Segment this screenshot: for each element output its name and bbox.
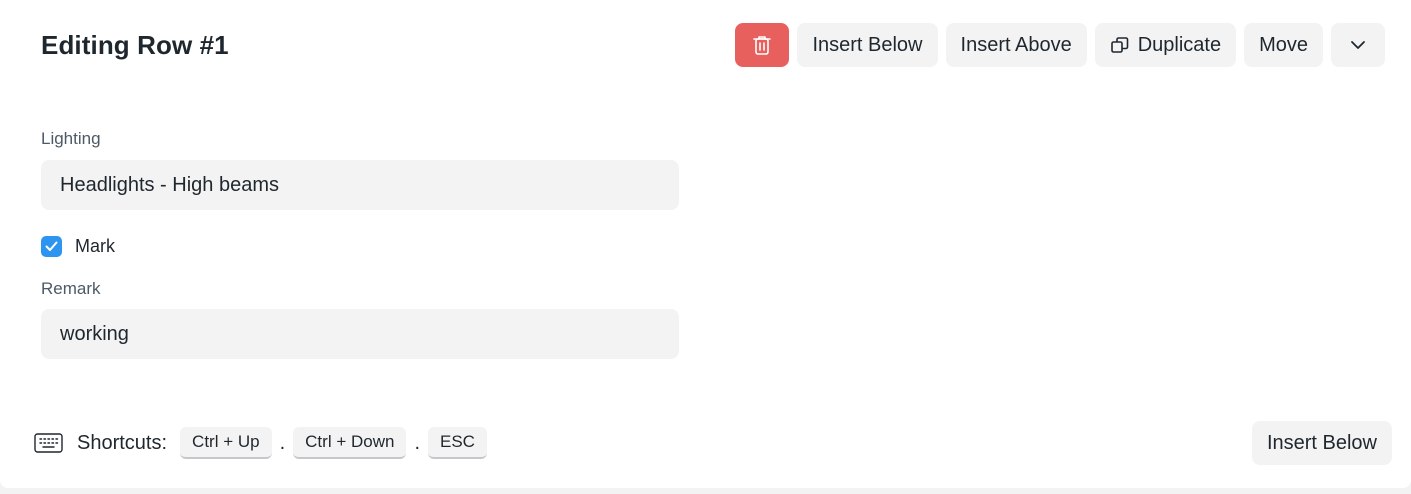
duplicate-label: Duplicate bbox=[1137, 33, 1222, 56]
mark-checkbox[interactable] bbox=[41, 236, 62, 257]
keyboard-icon bbox=[34, 432, 63, 454]
move-button[interactable]: Move bbox=[1244, 23, 1323, 67]
remark-input[interactable] bbox=[41, 309, 679, 359]
shortcut-key: Ctrl + Up bbox=[180, 427, 272, 459]
grid-row-form-panel: Editing Row #1 Insert Below Insert Above bbox=[0, 0, 1411, 488]
insert-above-button[interactable]: Insert Above bbox=[945, 23, 1087, 67]
duplicate-icon bbox=[1110, 35, 1130, 55]
mark-label: Mark bbox=[75, 236, 115, 256]
remark-label: Remark bbox=[41, 279, 101, 298]
chevron-down-icon bbox=[1349, 36, 1367, 54]
lighting-label: Lighting bbox=[41, 129, 101, 148]
shortcut-separator: . bbox=[279, 431, 286, 454]
insert-below-button[interactable]: Insert Below bbox=[797, 23, 938, 67]
shortcut-key: ESC bbox=[428, 427, 487, 459]
shortcut-key: Ctrl + Down bbox=[293, 427, 407, 459]
more-actions-button[interactable] bbox=[1331, 23, 1385, 67]
checkmark-icon bbox=[45, 241, 58, 251]
footer-insert-below-button[interactable]: Insert Below bbox=[1251, 421, 1392, 465]
mark-checkbox-row: Mark bbox=[41, 236, 115, 257]
duplicate-button[interactable]: Duplicate bbox=[1094, 23, 1237, 67]
trash-icon bbox=[752, 34, 772, 56]
shortcut-separator: . bbox=[414, 431, 420, 454]
lighting-input[interactable] bbox=[41, 160, 679, 210]
page-title: Editing Row #1 bbox=[41, 30, 229, 60]
row-toolbar: Insert Below Insert Above Duplicate Move bbox=[735, 23, 1385, 67]
shortcuts-bar: Shortcuts: Ctrl + Up . Ctrl + Down . ESC bbox=[34, 427, 487, 459]
delete-row-button[interactable] bbox=[735, 23, 790, 67]
shortcuts-label: Shortcuts: bbox=[77, 431, 168, 454]
